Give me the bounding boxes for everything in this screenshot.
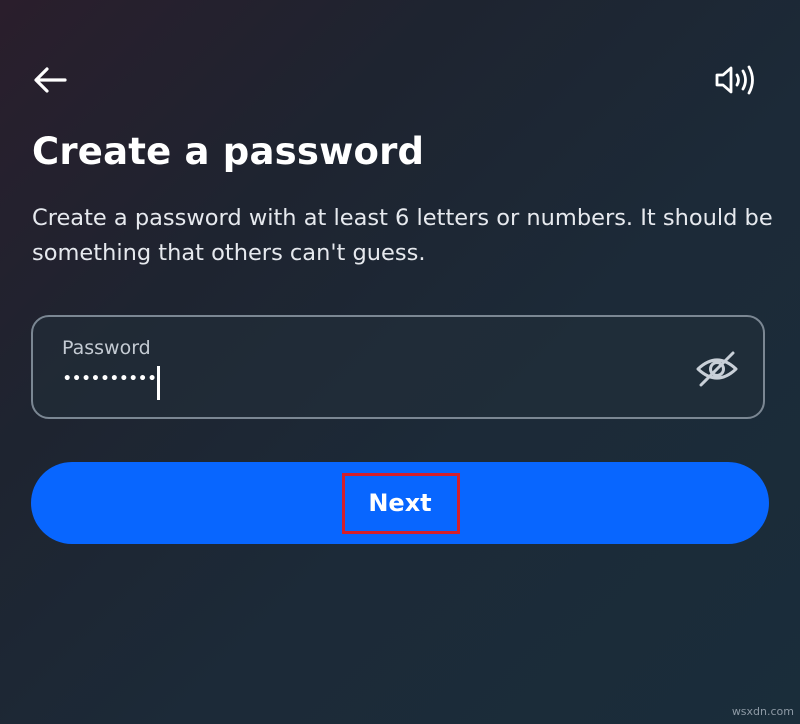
eye-slash-icon [696, 351, 738, 387]
text-cursor [157, 366, 160, 400]
sound-button[interactable] [708, 58, 764, 102]
next-button-highlight [342, 473, 460, 534]
back-button[interactable] [30, 60, 70, 100]
password-field[interactable]: Password •••••••••• [31, 315, 765, 419]
back-arrow-icon [34, 67, 67, 93]
speaker-icon [715, 65, 754, 95]
password-visibility-toggle[interactable] [693, 347, 741, 391]
page-title: Create a password [32, 130, 425, 173]
password-field-value[interactable]: •••••••••• [63, 371, 157, 387]
create-password-screen: Create a password Create a password with… [0, 0, 800, 724]
watermark: wsxdn.com [731, 705, 794, 718]
page-description: Create a password with at least 6 letter… [32, 205, 773, 266]
password-field-label: Password [62, 337, 151, 359]
